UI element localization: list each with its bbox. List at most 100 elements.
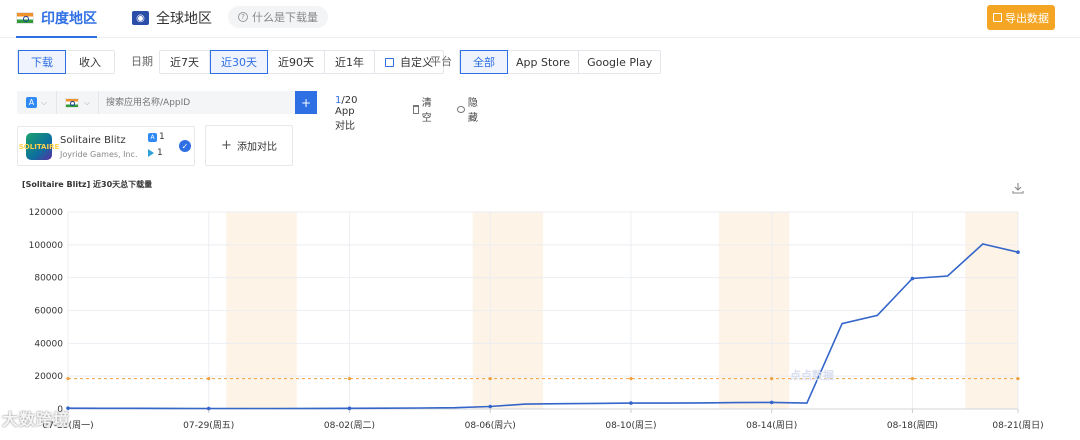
chevron-down-icon: ⌵: [83, 97, 91, 107]
date-30d-button[interactable]: 近30天: [210, 50, 268, 74]
app-search-box: A ⌵ ⌵: [17, 91, 317, 114]
region-tab-bar: 印度地区 ◉ 全球地区 ? 什么是下载量 导出数据: [0, 0, 1080, 38]
x-tick-label: 08-02(周二): [324, 420, 375, 431]
calendar-icon: [385, 57, 394, 67]
watermark-center: 点点数据: [790, 369, 834, 382]
app-developer: Joyride Games, Inc.: [60, 150, 138, 159]
reference-point: [770, 377, 774, 381]
compare-count: 1/20 App对比: [335, 95, 357, 132]
gp-rank-value: 1: [157, 148, 163, 158]
reference-point: [910, 377, 915, 381]
data-point: [313, 407, 315, 410]
hide-label: 隐藏: [467, 98, 478, 124]
data-point: [102, 407, 104, 409]
download-line-chart: 02000040000600008000010000012000007-25(周…: [29, 208, 1044, 431]
data-point: [769, 400, 774, 405]
x-tick-label: 08-10(周三): [605, 420, 656, 431]
data-point: [137, 407, 139, 409]
tab-global-label: 全球地区: [156, 11, 212, 27]
data-point: [347, 406, 352, 411]
export-label: 导出数据: [1005, 11, 1049, 25]
tab-global-region[interactable]: ◉ 全球地区: [132, 0, 212, 36]
help-label: 什么是下载量: [252, 11, 318, 24]
platform-label: 平台: [430, 55, 452, 68]
data-point: [172, 407, 175, 410]
appstore-icon: A: [148, 132, 157, 142]
store-select[interactable]: A ⌵: [17, 91, 57, 114]
india-flag-icon: [64, 97, 79, 108]
date-custom-label: 自定义: [400, 56, 433, 69]
data-point: [841, 323, 843, 325]
export-icon: [993, 13, 1002, 22]
globe-icon: ◉: [132, 11, 149, 25]
google-play-icon: [148, 149, 154, 157]
tab-india-label: 印度地区: [41, 11, 97, 27]
app-search-input[interactable]: [99, 91, 289, 114]
add-compare-button[interactable]: + 添加对比: [205, 125, 293, 166]
filter-row: 下载 收入 日期 近7天 近30天 近90天 近1年 自定义 平台 全部 App…: [0, 50, 1080, 74]
y-tick-label: 120000: [29, 208, 64, 218]
x-tick-label: 08-21(周日): [992, 420, 1043, 431]
metric-downloads-button[interactable]: 下载: [18, 50, 66, 74]
date-90d-button[interactable]: 近90天: [268, 51, 325, 73]
reference-point: [207, 377, 211, 381]
chart-title: [Solitaire Blitz] 近30天总下载量: [22, 180, 153, 189]
data-point: [982, 243, 984, 245]
y-tick-label: 20000: [34, 372, 63, 382]
clear-button[interactable]: 清空: [413, 94, 434, 124]
trash-icon: [413, 104, 419, 114]
data-point: [559, 403, 562, 405]
reference-point: [488, 377, 492, 381]
data-point: [665, 402, 667, 404]
data-point: [910, 276, 915, 281]
export-data-button[interactable]: 导出数据: [987, 5, 1055, 30]
data-point: [384, 407, 386, 409]
data-point: [524, 403, 527, 405]
platform-appstore-button[interactable]: App Store: [508, 51, 580, 73]
data-point: [206, 406, 211, 411]
reference-point: [629, 377, 633, 381]
platform-googleplay-button[interactable]: Google Play: [579, 51, 660, 73]
help-link[interactable]: ? 什么是下载量: [228, 6, 328, 28]
metric-toggle: 下载 收入: [17, 50, 115, 74]
metric-revenue-button[interactable]: 收入: [66, 51, 114, 73]
download-icon[interactable]: [1012, 182, 1024, 194]
data-point: [1016, 250, 1020, 255]
selected-check-icon[interactable]: ✓: [179, 140, 191, 152]
data-point: [595, 402, 597, 405]
app-card[interactable]: SOLITAIRE Solitaire Blitz Joyride Games,…: [17, 126, 195, 166]
appstore-icon: A: [25, 97, 37, 108]
x-tick-label: 07-29(周五): [183, 420, 234, 431]
country-select[interactable]: ⌵: [57, 91, 99, 114]
india-flag-icon: [16, 12, 34, 24]
data-point: [947, 275, 949, 277]
platform-all-button[interactable]: 全部: [460, 50, 508, 74]
ios-rank: A 1: [148, 132, 165, 142]
data-point: [243, 407, 245, 410]
platform-selector: 全部 App Store Google Play: [459, 50, 662, 74]
chevron-down-icon: ⌵: [40, 97, 48, 107]
y-tick-label: 100000: [29, 241, 64, 251]
reference-point: [66, 377, 70, 381]
data-point: [278, 407, 280, 410]
add-app-button[interactable]: +: [295, 91, 317, 114]
question-icon: ?: [238, 12, 248, 22]
data-point: [629, 401, 633, 405]
data-point: [806, 402, 808, 404]
date-7d-button[interactable]: 近7天: [160, 51, 210, 73]
reference-point: [347, 377, 352, 381]
y-tick-label: 80000: [34, 274, 63, 284]
data-point: [735, 401, 738, 404]
x-tick-label: 08-06(周六): [465, 419, 516, 431]
hide-button[interactable]: 隐藏: [457, 94, 481, 124]
tab-india-region[interactable]: 印度地区: [16, 0, 97, 38]
data-point: [876, 314, 878, 317]
date-1y-button[interactable]: 近1年: [325, 51, 375, 73]
app-icon: SOLITAIRE: [19, 133, 59, 160]
data-point: [700, 402, 702, 404]
clear-label: 清空: [421, 98, 432, 124]
data-point: [488, 404, 493, 409]
watermark-footer: 大数跨境: [2, 410, 71, 429]
gp-rank: 1: [148, 148, 163, 158]
data-point: [419, 407, 421, 409]
